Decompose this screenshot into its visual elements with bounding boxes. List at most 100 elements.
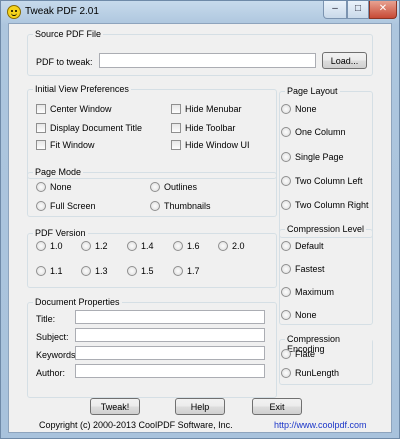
fit-window-checkbox[interactable]: Fit Window [36,140,95,150]
author-input[interactable] [75,364,265,378]
radio-dot [81,266,91,276]
window-title: Tweak PDF 2.01 [25,6,99,17]
checkbox-label: Hide Toolbar [185,123,236,133]
checkbox-label: Center Window [50,104,112,114]
radio-dot [36,201,46,211]
page-layout-single-page-radio[interactable]: Single Page [281,152,344,162]
radio-label: Full Screen [50,201,96,211]
checkbox-label: Hide Window UI [185,140,250,150]
pdf-to-tweak-label: PDF to tweak: [36,57,93,67]
hide-window-ui-checkbox[interactable]: Hide Window UI [171,140,250,150]
checkbox-label: Hide Menubar [185,104,242,114]
checkbox-box [171,104,181,114]
website-link[interactable]: http://www.coolpdf.com [274,420,367,430]
display-document-title-checkbox[interactable]: Display Document Title [36,123,142,133]
pdf-version-2-0-radio[interactable]: 2.0 [218,241,245,251]
pdf-version-1-4-radio[interactable]: 1.4 [127,241,154,251]
compression-maximum-radio[interactable]: Maximum [281,287,334,297]
radio-label: Outlines [164,182,198,192]
encoding-flate-radio[interactable]: Flate [281,349,315,359]
tweak-button[interactable]: Tweak! [90,398,140,415]
page-mode-outlines-radio[interactable]: Outlines [150,182,197,192]
radio-dot [173,241,183,251]
radio-dot [281,152,291,162]
pdf-to-tweak-input[interactable] [99,53,316,68]
radio-label: RunLength [295,368,340,378]
keywords-input[interactable] [75,346,265,360]
load-button[interactable]: Load... [322,52,367,69]
radio-label: 2.0 [232,241,245,251]
subject-input[interactable] [75,328,265,342]
radio-label: One Column [295,127,346,137]
title-bar[interactable]: Tweak PDF 2.01 – □ ✕ [1,1,399,23]
checkbox-label: Fit Window [50,140,95,150]
pdf-version-1-7-radio[interactable]: 1.7 [173,266,200,276]
pdf-version-1-2-radio[interactable]: 1.2 [81,241,108,251]
checkbox-box [171,140,181,150]
maximize-button[interactable]: □ [347,1,369,19]
pdf-version-group-label: PDF Version [33,228,88,238]
page-layout-group-label: Page Layout [285,86,340,96]
radio-dot [281,200,291,210]
radio-label: Default [295,241,324,251]
page-mode-thumbnails-radio[interactable]: Thumbnails [150,201,211,211]
radio-dot [127,266,137,276]
pdf-version-1-6-radio[interactable]: 1.6 [173,241,200,251]
page-layout-one-column-radio[interactable]: One Column [281,127,346,137]
radio-label: None [50,182,72,192]
page-layout-two-column-right-radio[interactable]: Two Column Right [281,200,369,210]
radio-dot [36,266,46,276]
radio-dot [150,201,160,211]
compression-fastest-radio[interactable]: Fastest [281,264,325,274]
center-window-checkbox[interactable]: Center Window [36,104,112,114]
initial-view-group: Initial View Preferences [27,84,277,179]
radio-dot [281,368,291,378]
close-button[interactable]: ✕ [369,1,397,19]
radio-label: 1.6 [187,241,200,251]
compression-none-radio[interactable]: None [281,310,317,320]
radio-dot [281,287,291,297]
subject-field-label: Subject: [36,332,69,342]
pdf-version-1-0-radio[interactable]: 1.0 [36,241,63,251]
compression-default-radio[interactable]: Default [281,241,324,251]
radio-label: Maximum [295,287,335,297]
radio-label: 1.5 [141,266,154,276]
author-field-label: Author: [36,368,66,378]
pdf-version-1-5-radio[interactable]: 1.5 [127,266,154,276]
client-area: Source PDF File PDF to tweak: Load... In… [8,23,392,433]
smiley-app-icon[interactable] [7,5,21,19]
compression-encoding-group: Compression Encoding [279,334,373,385]
radio-label: Flate [295,349,316,359]
radio-dot [173,266,183,276]
encoding-runlength-radio[interactable]: RunLength [281,368,339,378]
pdf-version-1-3-radio[interactable]: 1.3 [81,266,108,276]
radio-label: 1.1 [50,266,63,276]
help-button[interactable]: Help [175,398,225,415]
checkbox-label: Display Document Title [50,123,143,133]
compression-level-group-label: Compression Level [285,224,367,234]
pdf-version-1-1-radio[interactable]: 1.1 [36,266,63,276]
radio-label: 1.0 [50,241,63,251]
exit-button[interactable]: Exit [252,398,302,415]
hide-toolbar-checkbox[interactable]: Hide Toolbar [171,123,235,133]
radio-dot [150,182,160,192]
page-mode-none-radio[interactable]: None [36,182,72,192]
radio-dot [281,241,291,251]
page-layout-none-radio[interactable]: None [281,104,317,114]
radio-label: Thumbnails [164,201,211,211]
radio-dot [281,127,291,137]
radio-dot [281,310,291,320]
copyright-text: Copyright (c) 2000-2013 CoolPDF Software… [39,420,233,430]
page-mode-full-screen-radio[interactable]: Full Screen [36,201,96,211]
title-input[interactable] [75,310,265,324]
page-layout-two-column-left-radio[interactable]: Two Column Left [281,176,363,186]
hide-menubar-checkbox[interactable]: Hide Menubar [171,104,242,114]
radio-label: Two Column Left [295,176,363,186]
minimize-button[interactable]: – [323,1,347,19]
radio-dot [281,349,291,359]
radio-label: 1.7 [187,266,200,276]
radio-dot [218,241,228,251]
radio-label: 1.4 [141,241,154,251]
radio-dot [281,176,291,186]
radio-label: Two Column Right [295,200,369,210]
